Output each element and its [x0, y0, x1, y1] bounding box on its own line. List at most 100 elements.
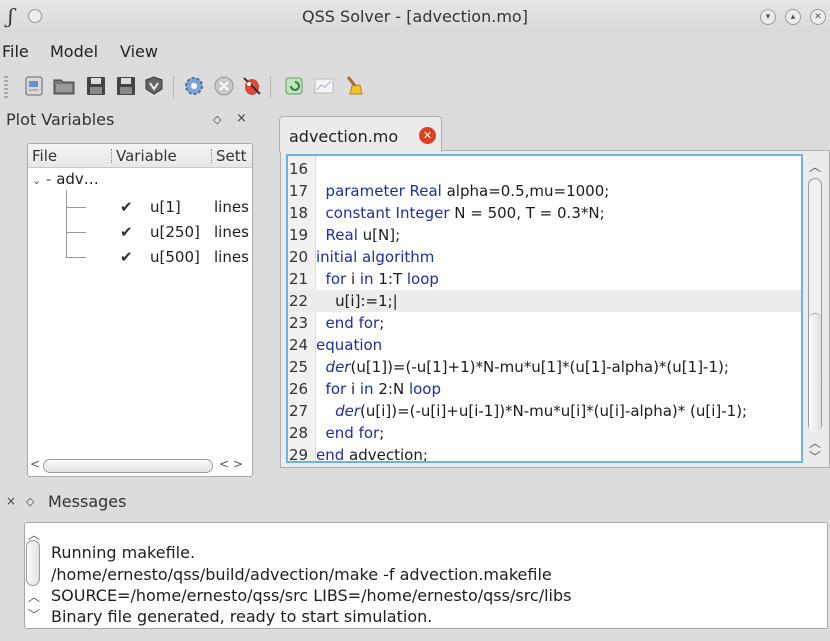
line-number: 29: [289, 446, 309, 463]
code-editor[interactable]: 16 17 parameter Real alpha=0.5,mu=1000; 18…: [286, 154, 803, 463]
scroll-up-icon[interactable]: ︿: [28, 588, 40, 605]
variable-name: u[250]: [150, 223, 200, 241]
plot-variables-title: Plot Variables: [6, 110, 115, 129]
scrollbar-thumb[interactable]: [26, 540, 40, 586]
code-text: parameter Real alpha=0.5,mu=1000;: [325, 182, 610, 200]
tree-horizontal-scrollbar[interactable]: < < >: [27, 456, 253, 476]
code-text: initial algorithm: [316, 248, 435, 266]
debug-icon[interactable]: [240, 74, 264, 98]
code-line[interactable]: 22 u[i]:=1;|: [288, 290, 801, 312]
settings-gear-icon[interactable]: [182, 74, 206, 98]
scroll-up-icon[interactable]: ︿: [809, 158, 821, 175]
code-text: Real u[N];: [325, 226, 401, 244]
float-dock-icon[interactable]: ◇: [213, 113, 221, 126]
line-number: 26: [289, 380, 309, 398]
title-bar: ʃ QSS Solver - [advection.mo] ▾ ▴ ✕: [0, 0, 830, 34]
menu-file[interactable]: File: [2, 42, 29, 61]
scroll-left-icon[interactable]: <: [219, 457, 229, 471]
code-line[interactable]: 27 der(u[i])=(-u[i]+u[i-1])*N-mu*u[i]*(u…: [288, 400, 801, 422]
stop-icon[interactable]: [212, 74, 236, 98]
open-folder-icon[interactable]: [52, 74, 76, 98]
editor-vertical-scrollbar[interactable]: ︿ ︿ ﹀: [805, 156, 827, 464]
tab-advection-mo[interactable]: advection.mo ✕: [279, 116, 442, 152]
code-line[interactable]: 23 end for;: [288, 312, 801, 334]
code-line[interactable]: 26 for i in 2:N loop: [288, 378, 801, 400]
checkbox-checked-icon[interactable]: ✔: [120, 199, 136, 215]
column-file[interactable]: File: [32, 147, 57, 165]
message-line: SOURCE=/home/ernesto/qss/src LIBS=/home/…: [51, 586, 572, 605]
code-line[interactable]: 20 initial algorithm: [288, 246, 801, 268]
tab-label: advection.mo: [289, 127, 399, 146]
code-text: end advection;: [316, 446, 428, 463]
maximize-button[interactable]: ▴: [785, 9, 801, 25]
collapse-arrow-icon[interactable]: ⌄: [32, 174, 41, 187]
scrollbar-thumb[interactable]: [809, 313, 821, 433]
menu-view[interactable]: View: [120, 42, 158, 61]
message-line: Binary file generated, ready to start si…: [51, 607, 433, 626]
line-number: 18: [289, 204, 309, 222]
code-line[interactable]: 17 parameter Real alpha=0.5,mu=1000;: [288, 180, 801, 202]
code-text: end for;: [325, 314, 385, 332]
new-file-icon[interactable]: [22, 74, 46, 98]
menu-bar: File Model View: [0, 34, 830, 64]
code-text: equation: [316, 336, 383, 354]
code-line[interactable]: 19 Real u[N];: [288, 224, 801, 246]
line-number: 17: [289, 182, 309, 200]
minimize-button[interactable]: ▾: [760, 9, 776, 25]
scroll-down-icon[interactable]: ﹀: [809, 448, 821, 465]
code-line[interactable]: 21 for i in 1:T loop: [288, 268, 801, 290]
checkbox-checked-icon[interactable]: ✔: [120, 249, 136, 265]
line-number: 24: [289, 336, 309, 354]
code-line[interactable]: 25 der(u[1])=(-u[1]+1)*N-mu*u[1]*(u[1]-a…: [288, 356, 801, 378]
close-dock-icon[interactable]: ×: [236, 111, 247, 126]
code-line[interactable]: 18 constant Integer N = 500, T = 0.3*N;: [288, 202, 801, 224]
float-dock-icon[interactable]: ◇: [26, 495, 34, 508]
code-text: end for;: [325, 424, 385, 442]
scroll-left-icon[interactable]: <: [30, 457, 40, 471]
code-line[interactable]: 16: [288, 158, 801, 180]
code-text: der(u[1])=(-u[1]+1)*N-mu*u[1]*(u[1]-alph…: [325, 358, 729, 376]
message-line: /home/ernesto/qss/build/advection/make -…: [51, 565, 552, 584]
plot-icon[interactable]: [312, 74, 336, 98]
variable-setting: lines: [214, 198, 249, 216]
column-variable[interactable]: Variable: [116, 147, 177, 165]
messages-title: Messages: [48, 492, 127, 511]
message-line: Running makefile.: [51, 543, 196, 562]
code-line[interactable]: 24 equation: [288, 334, 801, 356]
line-number: 27: [289, 402, 309, 420]
line-number: 25: [289, 358, 309, 376]
code-line[interactable]: 28 end for;: [288, 422, 801, 444]
line-number: 22: [289, 292, 309, 310]
scrollbar-thumb[interactable]: [44, 460, 212, 472]
plot-variables-tree[interactable]: File Variable Sett ⌄ - adv… ✔ u[1] lines…: [27, 143, 253, 477]
menu-model[interactable]: Model: [50, 42, 98, 61]
compile-icon[interactable]: [142, 74, 166, 98]
code-text: for i in 1:T loop: [325, 270, 439, 288]
messages-vertical-scrollbar[interactable]: ︿ ︿ ﹀: [24, 526, 44, 626]
save-as-icon[interactable]: [114, 74, 138, 98]
code-text: constant Integer N = 500, T = 0.3*N;: [325, 204, 605, 222]
line-number: 19: [289, 226, 309, 244]
checkbox-checked-icon[interactable]: ✔: [120, 224, 136, 240]
toolbar: [0, 68, 830, 104]
scroll-right-icon[interactable]: >: [233, 457, 243, 471]
run-icon[interactable]: [282, 74, 306, 98]
clear-broom-icon[interactable]: [342, 74, 366, 98]
scroll-down-icon[interactable]: ﹀: [28, 606, 40, 623]
window-title: QSS Solver - [advection.mo]: [302, 7, 528, 26]
line-number: 20: [289, 248, 309, 266]
variable-name: u[500]: [150, 248, 200, 266]
messages-panel[interactable]: Running makefile. /home/ernesto/qss/buil…: [24, 522, 828, 629]
variable-name: u[1]: [150, 198, 181, 216]
close-tab-icon[interactable]: ✕: [419, 127, 436, 144]
toolbar-separator: [270, 76, 271, 98]
line-number: 16: [289, 160, 309, 178]
code-line[interactable]: 29 end advection;: [288, 444, 801, 463]
toolbar-grip[interactable]: [4, 76, 8, 98]
close-dock-icon[interactable]: ×: [6, 494, 16, 508]
close-window-button[interactable]: ✕: [810, 9, 826, 25]
tree-root-label: adv…: [56, 170, 99, 188]
save-icon[interactable]: [84, 74, 108, 98]
variable-setting: lines: [214, 248, 249, 266]
column-settings[interactable]: Sett: [216, 147, 247, 165]
